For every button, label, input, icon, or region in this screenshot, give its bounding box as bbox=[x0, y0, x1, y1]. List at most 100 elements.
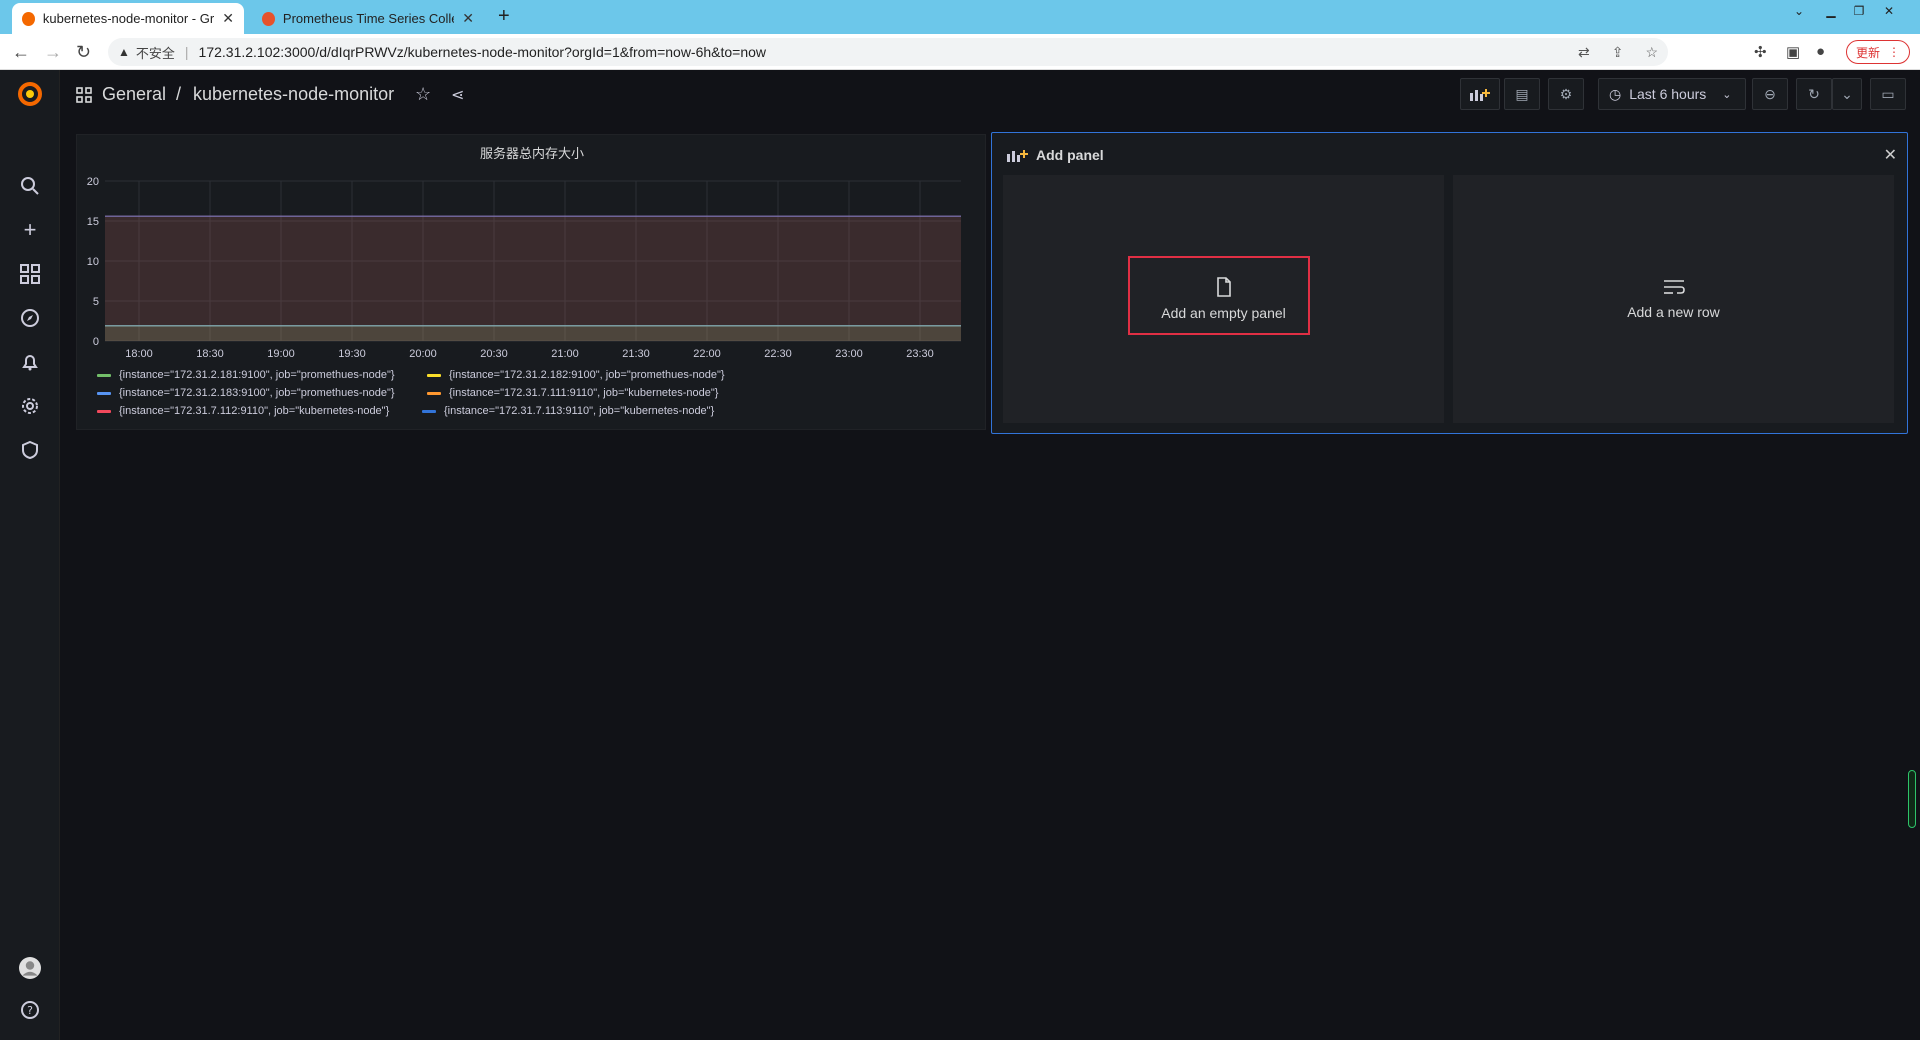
omnibox[interactable]: ▲ 不安全 | 172.31.2.102:3000/d/dIqrPRWVz/ku… bbox=[108, 38, 1668, 66]
time-range-label: Last 6 hours bbox=[1629, 86, 1707, 102]
forward-icon[interactable]: → bbox=[44, 42, 62, 63]
user-avatar[interactable] bbox=[19, 957, 41, 979]
side-menu: + ? bbox=[0, 70, 60, 1040]
legend-item[interactable]: {instance="172.31.2.183:9100", job="prom… bbox=[97, 387, 395, 399]
translate-icon[interactable]: ⇄ bbox=[1578, 44, 1590, 61]
alerting-bell-icon[interactable] bbox=[19, 351, 41, 373]
x-tick-label: 19:30 bbox=[338, 348, 366, 360]
highlight-box bbox=[1128, 256, 1310, 335]
dashboard-settings-button[interactable]: ⚙ bbox=[1548, 78, 1584, 110]
breadcrumb-folder[interactable]: General bbox=[102, 84, 166, 105]
memory-chart-panel[interactable]: 服务器总内存大小 0 5 10 15 20 18:00 18:30 19:00 19:30 20:… bbox=[76, 134, 986, 430]
add-panel-icon bbox=[1470, 89, 1490, 101]
dashboards-icon[interactable] bbox=[19, 263, 41, 285]
add-panel-button[interactable] bbox=[1460, 78, 1500, 110]
help-icon[interactable]: ? bbox=[19, 999, 41, 1021]
close-tab-icon[interactable]: ✕ bbox=[462, 10, 474, 27]
insecure-label: 不安全 bbox=[135, 45, 175, 61]
legend-swatch bbox=[427, 373, 441, 377]
grafana-logo-icon[interactable] bbox=[16, 80, 44, 108]
memory-chart[interactable]: 0 5 10 15 20 18:00 18:30 19:00 19:30 20:00 20:30 21… bbox=[77, 135, 987, 365]
explore-compass-icon[interactable] bbox=[19, 307, 41, 329]
tab-grafana[interactable]: kubernetes-node-monitor - Grafana ✕ bbox=[12, 3, 244, 34]
refresh-button[interactable]: ↻ bbox=[1796, 78, 1832, 110]
favorite-star-icon[interactable]: ☆ bbox=[415, 84, 431, 105]
search-icon[interactable] bbox=[19, 175, 41, 197]
x-tick-label: 18:30 bbox=[196, 348, 224, 360]
y-tick-label: 5 bbox=[93, 296, 99, 308]
tab-search-icon[interactable]: ⌄ bbox=[1786, 2, 1812, 20]
server-admin-shield-icon[interactable] bbox=[19, 439, 41, 461]
save-icon: ▤ bbox=[1515, 85, 1529, 102]
legend-swatch bbox=[97, 409, 111, 413]
legend-label: {instance="172.31.7.113:9110", job="kube… bbox=[444, 405, 715, 417]
add-new-row-card[interactable]: Add a new row bbox=[1453, 175, 1894, 423]
legend-label: {instance="172.31.2.181:9100", job="prom… bbox=[119, 369, 395, 381]
series-area bbox=[105, 216, 961, 341]
x-tick-label: 20:00 bbox=[409, 348, 437, 360]
legend-item[interactable]: {instance="172.31.7.113:9110", job="kube… bbox=[422, 405, 714, 417]
close-window-button[interactable]: ✕ bbox=[1876, 2, 1902, 20]
add-panel-header: Add panel bbox=[1006, 147, 1104, 163]
x-tick-label: 21:30 bbox=[622, 348, 650, 360]
profile-icon[interactable]: ● bbox=[1816, 43, 1825, 60]
bookmark-star-icon[interactable]: ☆ bbox=[1645, 44, 1658, 61]
configuration-gear-icon[interactable] bbox=[19, 395, 41, 417]
restore-button[interactable]: ❐ bbox=[1846, 2, 1872, 20]
more-icon: ⋮ bbox=[1888, 45, 1900, 59]
legend-item[interactable]: {instance="172.31.7.112:9110", job="kube… bbox=[97, 405, 389, 417]
save-dashboard-button[interactable]: ▤ bbox=[1504, 78, 1540, 110]
tab-prometheus[interactable]: Prometheus Time Series Collection ✕ bbox=[252, 3, 484, 34]
x-tick-label: 23:00 bbox=[835, 348, 863, 360]
refresh-interval-picker[interactable]: ⌄ bbox=[1832, 78, 1862, 110]
update-label: 更新 bbox=[1855, 45, 1880, 60]
plus-icon[interactable]: + bbox=[19, 217, 41, 242]
legend-label: {instance="172.31.7.112:9110", job="kube… bbox=[119, 405, 390, 417]
scrollbar[interactable] bbox=[1908, 770, 1916, 828]
chevron-down-icon: ⌄ bbox=[1841, 85, 1853, 102]
add-new-row-label: Add a new row bbox=[1627, 304, 1720, 320]
x-tick-label: 19:00 bbox=[267, 348, 295, 360]
y-tick-label: 20 bbox=[87, 176, 99, 188]
close-icon[interactable]: ✕ bbox=[1884, 145, 1897, 165]
reload-icon[interactable]: ↻ bbox=[76, 42, 91, 63]
browser-tab-bar: kubernetes-node-monitor - Grafana ✕ Prom… bbox=[0, 0, 1920, 34]
dashboard-grid-icon bbox=[76, 87, 92, 108]
back-icon[interactable]: ← bbox=[12, 42, 30, 63]
share-icon[interactable]: ⇪ bbox=[1612, 44, 1624, 61]
add-panel-widget: Add panel ✕ Add an empty panel Add a new… bbox=[991, 132, 1908, 434]
new-tab-button[interactable]: + bbox=[498, 5, 510, 28]
legend-item[interactable]: {instance="172.31.2.181:9100", job="prom… bbox=[97, 369, 395, 381]
clock-icon: ◷ bbox=[1609, 85, 1622, 102]
add-panel-title: Add panel bbox=[1036, 147, 1104, 163]
zoom-out-button[interactable]: ⊖ bbox=[1752, 78, 1788, 110]
extensions-icon[interactable]: ✣ bbox=[1754, 43, 1767, 61]
y-tick-label: 15 bbox=[87, 216, 99, 228]
x-tick-label: 20:30 bbox=[480, 348, 508, 360]
time-picker-button[interactable]: ◷ Last 6 hours ⌄ bbox=[1598, 78, 1746, 110]
share-dashboard-icon[interactable]: ⋖ bbox=[451, 85, 464, 105]
monitor-icon: ▭ bbox=[1881, 85, 1895, 102]
address-bar-row: ← → ↻ ▲ 不安全 | 172.31.2.102:3000/d/dIqrPR… bbox=[0, 34, 1920, 70]
url-text[interactable]: 172.31.2.102:3000/d/dIqrPRWVz/kubernetes… bbox=[199, 44, 767, 60]
minimize-button[interactable]: ▁ bbox=[1818, 2, 1844, 20]
x-tick-label: 21:00 bbox=[551, 348, 579, 360]
legend-label: {instance="172.31.2.182:9100", job="prom… bbox=[449, 369, 725, 381]
x-tick-label: 23:30 bbox=[906, 348, 934, 360]
warning-icon: ▲ bbox=[118, 45, 130, 59]
close-tab-icon[interactable]: ✕ bbox=[222, 10, 234, 27]
tab-title: Prometheus Time Series Collection bbox=[282, 11, 454, 26]
sidepanel-icon[interactable]: ▣ bbox=[1786, 43, 1800, 61]
cycle-view-mode-button[interactable]: ▭ bbox=[1870, 78, 1906, 110]
x-tick-label: 18:00 bbox=[125, 348, 153, 360]
divider: | bbox=[184, 44, 189, 60]
breadcrumb-separator: / bbox=[176, 84, 182, 104]
update-button[interactable]: 更新 ⋮ bbox=[1846, 40, 1910, 64]
gear-icon: ⚙ bbox=[1559, 85, 1573, 102]
legend-swatch bbox=[97, 373, 111, 377]
x-tick-label: 22:30 bbox=[764, 348, 792, 360]
dashboard-title[interactable]: kubernetes-node-monitor bbox=[193, 84, 394, 105]
legend-item[interactable]: {instance="172.31.7.111:9110", job="kube… bbox=[427, 387, 718, 399]
x-tick-label: 22:00 bbox=[693, 348, 721, 360]
legend-item[interactable]: {instance="172.31.2.182:9100", job="prom… bbox=[427, 369, 725, 381]
